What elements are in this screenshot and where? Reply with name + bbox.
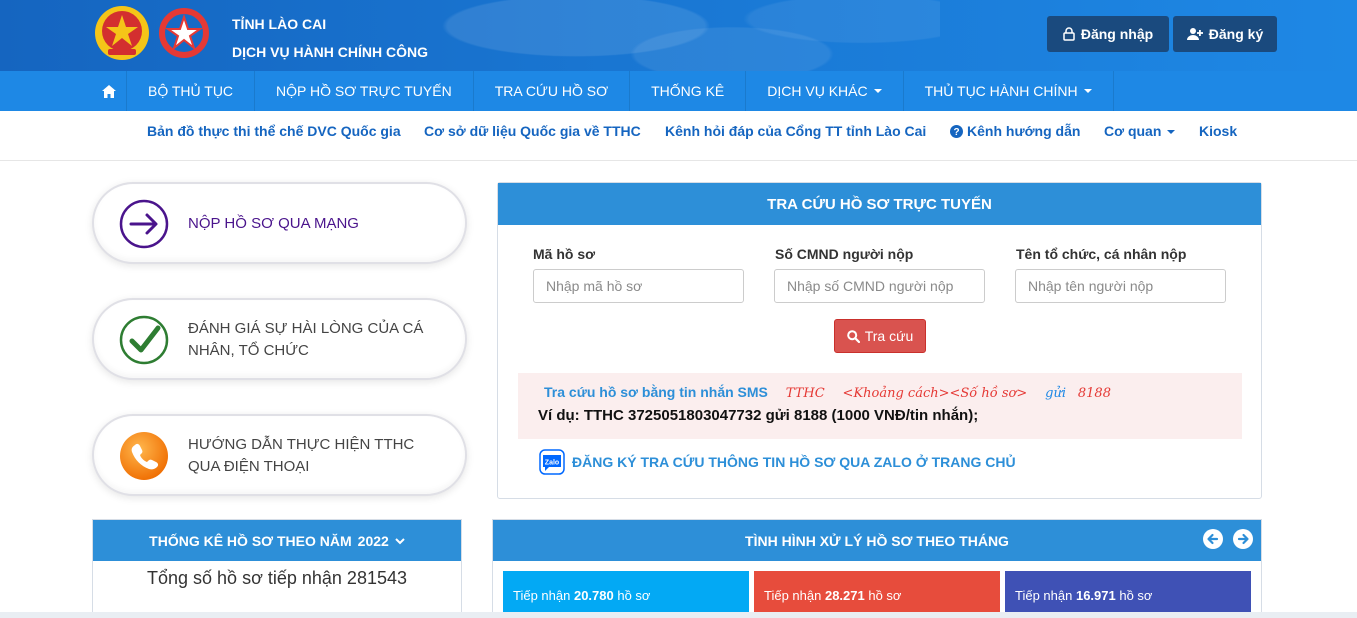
file-code-label: Mã hồ sơ (533, 246, 596, 262)
online-submit-card[interactable]: NỘP HỒ SƠ QUA MẠNG (92, 182, 467, 264)
submitter-name-label: Tên tổ chức, cá nhân nộp (1016, 246, 1187, 262)
card-suffix: hồ sơ (868, 588, 902, 603)
subnav-kiosk[interactable]: Kiosk (1199, 123, 1237, 139)
search-button-label: Tra cứu (864, 328, 914, 344)
nav-online-submit-label: NỘP HỒ SƠ TRỰC TUYẾN (276, 83, 452, 99)
satisfaction-card[interactable]: ĐÁNH GIÁ SỰ HÀI LÒNG CỦA CÁ NHÂN, TỔ CHỨ… (92, 298, 467, 380)
home-icon (102, 84, 116, 98)
card-value: 16.971 (1075, 588, 1116, 603)
yearly-stats-header[interactable]: THỐNG KÊ HỒ SƠ THEO NĂM 2022 (93, 520, 461, 561)
svg-text:Zalo: Zalo (545, 460, 559, 467)
secondary-navigation: Bản đồ thực thi thể chế DVC Quốc gia Cơ … (0, 111, 1357, 161)
site-header: TỈNH LÀO CAI DỊCH VỤ HÀNH CHÍNH CÔNG Đăn… (0, 0, 1357, 71)
nav-other-services[interactable]: DỊCH VỤ KHÁC (746, 71, 904, 111)
nav-lookup[interactable]: TRA CỨU HỒ SƠ (474, 71, 631, 111)
user-plus-icon (1186, 28, 1203, 40)
phone-guide-label: HƯỚNG DẪN THỰC HIỆN TTHC QUA ĐIỆN THOẠI (188, 436, 415, 475)
search-panel-title: TRA CỨU HỒ SƠ TRỰC TUYẾN (498, 183, 1261, 225)
subnav-guide-channel[interactable]: ? Kênh hướng dẫn (950, 123, 1080, 139)
arrow-right-circle-icon[interactable] (1232, 528, 1254, 550)
sms-send-word: gửi (1045, 386, 1066, 401)
svg-text:?: ? (953, 127, 959, 138)
card-value: 28.271 (824, 588, 865, 603)
monthly-card-received-1[interactable]: Tiếp nhận 20.780 hồ sơ (503, 571, 749, 618)
satisfaction-label: ĐÁNH GIÁ SỰ HÀI LÒNG CỦA CÁ NHÂN, TỔ CHỨ… (188, 320, 424, 359)
sms-example: Ví dụ: TTHC 3725051803047732 gửi 8188 (1… (538, 407, 979, 424)
phone-guide-card[interactable]: HƯỚNG DẪN THỰC HIỆN TTHC QUA ĐIỆN THOẠI (92, 414, 467, 496)
monthly-card-received-3[interactable]: Tiếp nhận 16.971 hồ sơ (1005, 571, 1251, 618)
caret-down-icon (1167, 130, 1176, 135)
yearly-stats-title: THỐNG KÊ HỒ SƠ THEO NĂM (149, 532, 352, 549)
sms-instruction: Tra cứu hồ sơ bằng tin nhắn SMS TTHC <Kh… (544, 384, 1111, 401)
file-code-input[interactable] (533, 269, 744, 303)
public-service-logo-icon[interactable] (158, 3, 210, 63)
arrow-left-circle-icon[interactable] (1202, 528, 1224, 550)
id-number-input[interactable] (774, 269, 985, 303)
zalo-register-link[interactable]: Zalo ĐĂNG KÝ TRA CỨU THÔNG TIN HỒ SƠ QUA… (539, 449, 1016, 475)
monthly-card-received-2[interactable]: Tiếp nhận 28.271 hồ sơ (754, 571, 1000, 618)
card-suffix: hồ sơ (1119, 588, 1153, 603)
province-name: TỈNH LÀO CAI (232, 16, 327, 32)
phone-icon (120, 432, 168, 480)
search-button[interactable]: Tra cứu (834, 319, 926, 353)
world-map-decoration (420, 0, 940, 71)
nav-other-services-label: DỊCH VỤ KHÁC (767, 83, 868, 99)
caret-down-icon (1083, 89, 1092, 93)
nav-lookup-label: TRA CỨU HỒ SƠ (494, 83, 609, 99)
card-prefix: Tiếp nhận (1015, 588, 1073, 603)
nav-online-submit[interactable]: NỘP HỒ SƠ TRỰC TUYẾN (255, 71, 474, 111)
subnav-dvc-map[interactable]: Bản đồ thực thi thể chế DVC Quốc gia (147, 123, 401, 139)
sms-title: Tra cứu hồ sơ bằng tin nhắn SMS (544, 384, 768, 400)
card-suffix: hồ sơ (617, 588, 651, 603)
question-circle-icon: ? (950, 124, 963, 138)
check-circle-icon (119, 315, 169, 365)
nav-procedures[interactable]: BỘ THỦ TỤC (127, 71, 256, 111)
subnav-agency[interactable]: Cơ quan (1104, 123, 1176, 139)
page-bottom-strip (0, 612, 1357, 618)
card-value: 20.780 (573, 588, 614, 603)
monthly-status-panel: TÌNH HÌNH XỬ LÝ HỒ SƠ THEO THÁNG Tiếp nh… (492, 519, 1262, 618)
nav-admin-procedures-label: THỦ TỤC HÀNH CHÍNH (924, 83, 1078, 99)
nav-statistics-label: THỐNG KÊ (651, 83, 725, 99)
main-navigation: BỘ THỦ TỤC NỘP HỒ SƠ TRỰC TUYẾN TRA CỨU … (0, 71, 1357, 111)
zalo-icon: Zalo (539, 449, 565, 475)
id-number-label: Số CMND người nộp (775, 246, 914, 262)
search-icon (846, 329, 860, 343)
sms-lookup-box: Tra cứu hồ sơ bằng tin nhắn SMS TTHC <Kh… (518, 373, 1242, 439)
login-button[interactable]: Đăng nhập (1047, 16, 1169, 52)
nav-home[interactable] (92, 71, 127, 111)
nav-statistics[interactable]: THỐNG KÊ (630, 71, 747, 111)
card-prefix: Tiếp nhận (764, 588, 822, 603)
sms-format: <Khoảng cách><Số hồ sơ> (842, 386, 1028, 401)
nav-procedures-label: BỘ THỦ TỤC (148, 83, 234, 99)
subnav-agency-label: Cơ quan (1104, 123, 1162, 139)
chevron-down-icon (395, 537, 405, 544)
yearly-stats-panel: THỐNG KÊ HỒ SƠ THEO NĂM 2022 Tổng số hồ … (92, 519, 462, 618)
sms-number: 8188 (1077, 386, 1111, 401)
lock-icon (1063, 27, 1075, 41)
stats-year: 2022 (357, 532, 389, 549)
brand-title: TỈNH LÀO CAI DỊCH VỤ HÀNH CHÍNH CÔNG (232, 10, 428, 66)
zalo-register-label: ĐĂNG KÝ TRA CỨU THÔNG TIN HỒ SƠ QUA ZALO… (572, 454, 1016, 470)
service-name: DỊCH VỤ HÀNH CHÍNH CÔNG (232, 44, 428, 60)
search-panel: TRA CỨU HỒ SƠ TRỰC TUYẾN Mã hồ sơ Số CMN… (497, 182, 1262, 499)
login-label: Đăng nhập (1080, 26, 1154, 42)
subnav-national-db[interactable]: Cơ sở dữ liệu Quốc gia về TTHC (424, 123, 641, 139)
submitter-name-input[interactable] (1015, 269, 1226, 303)
subnav-qa-channel[interactable]: Kênh hỏi đáp của Cổng TT tỉnh Lào Cai (665, 123, 926, 139)
total-received-text: Tổng số hồ sơ tiếp nhận 281543 (147, 568, 407, 588)
arrow-right-circle-icon (119, 199, 169, 249)
nav-admin-procedures[interactable]: THỦ TỤC HÀNH CHÍNH (904, 71, 1114, 111)
card-prefix: Tiếp nhận (513, 588, 571, 603)
sms-prefix: TTHC (785, 386, 825, 401)
national-emblem-icon[interactable] (92, 3, 152, 63)
caret-down-icon (873, 89, 882, 93)
online-submit-label: NỘP HỒ SƠ QUA MẠNG (188, 215, 359, 232)
register-label: Đăng ký (1208, 26, 1264, 42)
register-button[interactable]: Đăng ký (1173, 16, 1277, 52)
monthly-status-title: TÌNH HÌNH XỬ LÝ HỒ SƠ THEO THÁNG (493, 520, 1261, 561)
subnav-guide-label: Kênh hướng dẫn (967, 123, 1081, 139)
